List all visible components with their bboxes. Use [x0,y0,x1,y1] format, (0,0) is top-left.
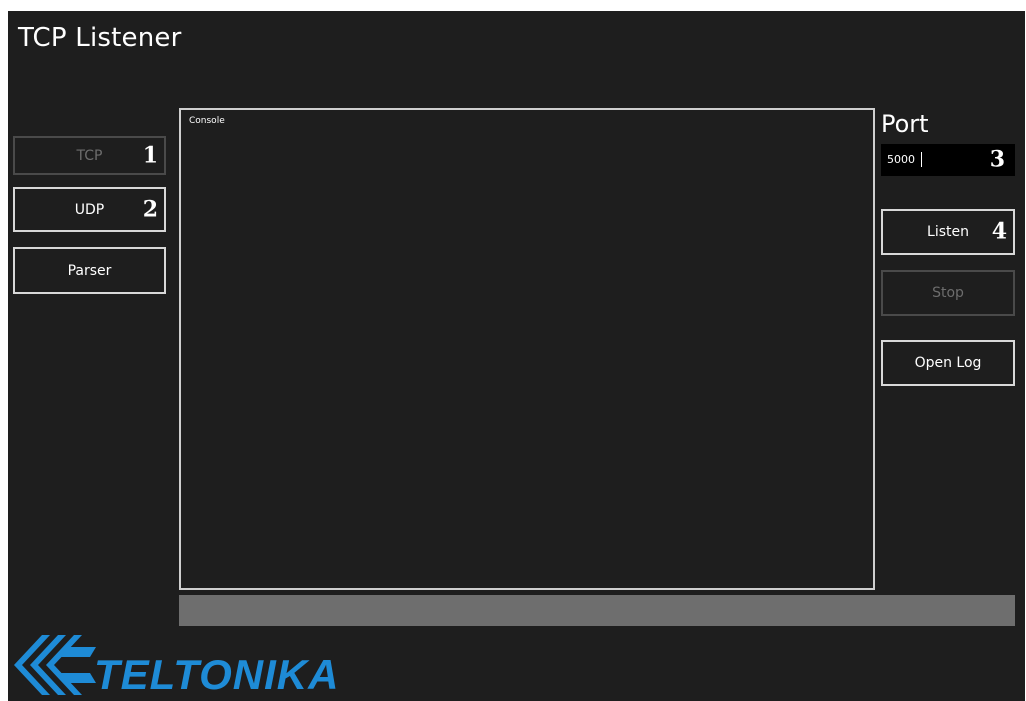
listen-marker: 4 [991,218,1007,245]
teltonika-logo: TELTONIKA [14,635,339,698]
console-label: Console [189,116,225,126]
console-panel[interactable]: Console [179,108,875,590]
parser-button-label: Parser [67,262,112,279]
logo-text: TELTONIKA [94,651,339,698]
udp-button[interactable]: UDP 2 [13,187,166,232]
listen-button-label: Listen [927,224,969,240]
udp-button-label: UDP [74,201,105,218]
port-marker: 3 [989,146,1005,173]
text-caret [921,152,922,167]
udp-marker: 2 [142,195,158,222]
open-log-button[interactable]: Open Log [881,340,1015,386]
port-label: Port [881,110,929,138]
tcp-button-label: TCP [76,147,103,164]
tcp-button[interactable]: TCP 1 [13,136,166,175]
stop-button[interactable]: Stop [881,270,1015,316]
stop-button-label: Stop [932,285,964,301]
tcp-listener-window: TCP Listener TCP 1 UDP 2 Parser Console … [8,11,1025,701]
listen-button[interactable]: Listen 4 [881,209,1015,255]
open-log-button-label: Open Log [914,355,982,371]
teltonika-chevron-logo-icon [14,635,96,695]
port-value: 5000 [887,153,915,166]
port-input[interactable]: 5000 3 [881,144,1015,176]
status-bar [179,595,1015,626]
tcp-marker: 1 [142,141,158,168]
parser-button[interactable]: Parser [13,247,166,294]
window-title: TCP Listener [18,23,182,53]
